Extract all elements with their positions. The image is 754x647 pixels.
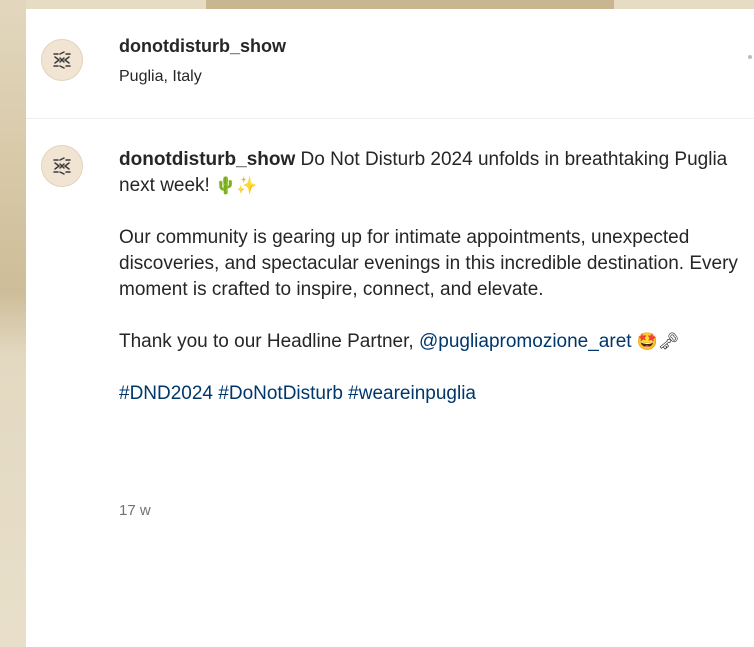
caption-author-avatar[interactable] — [41, 145, 83, 187]
background-top-right — [614, 0, 754, 9]
background-photo — [0, 0, 26, 647]
background-photo-top — [206, 0, 614, 9]
caption-hashtags: #DND2024 #DoNotDisturb #weareinpuglia — [119, 381, 744, 407]
post-comments-panel: donotdisturb_show Puglia, Italy donotdis… — [26, 9, 754, 647]
hashtag-link[interactable]: #DND2024 — [119, 383, 213, 404]
header-username[interactable]: donotdisturb_show — [119, 36, 286, 57]
hashtag-link[interactable]: #weareinpuglia — [348, 383, 476, 404]
profile-avatar[interactable] — [41, 39, 83, 81]
donotdisturb-logo-icon — [53, 157, 71, 175]
post-caption: donotdisturb_show Do Not Disturb 2024 un… — [119, 147, 744, 433]
caption-thanks-text: Thank you to our Headline Partner, — [119, 331, 414, 352]
donotdisturb-logo-icon — [53, 51, 71, 69]
caption-intro: donotdisturb_show Do Not Disturb 2024 un… — [119, 147, 744, 199]
caption-thanks: Thank you to our Headline Partner, @pugl… — [119, 329, 744, 355]
partner-mention-link[interactable]: @pugliapromozione_aret — [419, 331, 632, 352]
post-header: donotdisturb_show Puglia, Italy — [26, 9, 754, 119]
caption-thanks-emojis: 🤩🗝 — [636, 332, 680, 352]
hashtag-link[interactable]: #DoNotDisturb — [218, 383, 343, 404]
caption-intro-emojis: 🌵✨ — [215, 176, 258, 196]
more-options-icon[interactable] — [748, 55, 752, 59]
caption-username[interactable]: donotdisturb_show — [119, 149, 295, 170]
header-location[interactable]: Puglia, Italy — [119, 68, 202, 86]
caption-paragraph: Our community is gearing up for intimate… — [119, 227, 738, 300]
post-timestamp[interactable]: 17 w — [119, 502, 151, 519]
